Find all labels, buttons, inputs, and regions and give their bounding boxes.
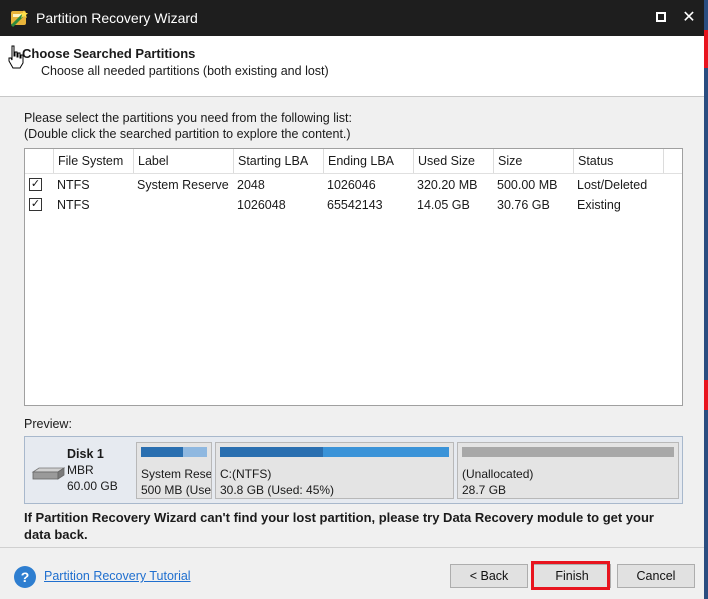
cell-label: System Reserved (137, 178, 229, 192)
partition-block-c-drive[interactable]: C:(NTFS) 30.8 GB (Used: 45%) (215, 442, 454, 499)
help-icon[interactable]: ? (14, 566, 36, 588)
partition-detail: 30.8 GB (Used: 45%) (220, 483, 335, 497)
usage-bar-fill (462, 447, 674, 457)
instruction-line-1: Please select the partitions you need fr… (24, 111, 352, 125)
usage-bar (141, 447, 207, 457)
cell-size: 500.00 MB (497, 178, 558, 192)
partition-name: (Unallocated) (462, 467, 534, 481)
column-header-check (25, 149, 53, 173)
preview-label: Preview: (24, 417, 72, 431)
cell-status: Existing (577, 198, 621, 212)
hard-disk-icon (31, 467, 65, 480)
footer-bar: ? Partition Recovery Tutorial < Back Fin… (0, 547, 704, 599)
page-subtitle: Choose all needed partitions (both exist… (41, 64, 329, 78)
column-header-used-size[interactable]: Used Size (413, 149, 493, 173)
usage-bar-fill (220, 447, 324, 457)
page-title: Choose Searched Partitions (22, 46, 196, 61)
close-button[interactable]: ✕ (677, 6, 701, 30)
partition-detail: 28.7 GB (462, 483, 507, 497)
cell-size: 30.76 GB (497, 198, 550, 212)
maximize-button[interactable] (650, 6, 674, 30)
maximize-icon (656, 12, 666, 22)
column-header-file-system[interactable]: File System (53, 149, 133, 173)
table-row[interactable]: ✓ NTFS System Reserved 2048 1026046 320.… (25, 175, 682, 195)
row-checkbox[interactable]: ✓ (29, 178, 42, 191)
usage-bar (462, 447, 674, 457)
partition-recovery-wizard-window: Partition Recovery Wizard ✕ Choose Searc… (0, 0, 704, 599)
usage-bar-fill (141, 447, 184, 457)
disk-map: Disk 1 MBR 60.00 GB System Reserved 500 … (24, 436, 683, 504)
column-header-size[interactable]: Size (493, 149, 573, 173)
partition-name: System Reserved (141, 467, 212, 481)
hand-cursor-icon (8, 45, 24, 69)
back-button[interactable]: < Back (450, 564, 528, 588)
row-checkbox[interactable]: ✓ (29, 198, 42, 211)
recovery-notice: If Partition Recovery Wizard can't find … (24, 510, 654, 542)
disk-type: MBR (67, 463, 94, 477)
partition-detail: 500 MB (Used: 64%) (141, 483, 212, 497)
table-header: File System Label Starting LBA Ending LB… (25, 149, 682, 174)
cell-ending-lba: 1026046 (327, 178, 376, 192)
disk-info[interactable]: Disk 1 MBR 60.00 GB (29, 442, 133, 498)
tutorial-link[interactable]: Partition Recovery Tutorial (44, 569, 191, 583)
column-header-status[interactable]: Status (573, 149, 663, 173)
cell-label (133, 195, 229, 215)
cell-file-system: NTFS (57, 198, 90, 212)
usage-bar (220, 447, 449, 457)
cell-status: Lost/Deleted (577, 178, 648, 192)
instruction-line-2: (Double click the searched partition to … (24, 127, 351, 141)
title-bar[interactable]: Partition Recovery Wizard ✕ (0, 0, 704, 36)
cell-file-system: NTFS (57, 178, 90, 192)
column-header-starting-lba[interactable]: Starting LBA (233, 149, 323, 173)
background-red-mark (704, 380, 708, 410)
cell-used-size: 320.20 MB (417, 178, 478, 192)
finish-highlight-box (531, 561, 610, 590)
cell-used-size: 14.05 GB (417, 198, 470, 212)
close-icon: ✕ (682, 9, 696, 26)
cancel-button[interactable]: Cancel (617, 564, 695, 588)
background-window-edge (704, 0, 708, 599)
partition-table[interactable]: File System Label Starting LBA Ending LB… (24, 148, 683, 406)
disk-name: Disk 1 (67, 447, 104, 461)
partition-block-system-reserved[interactable]: System Reserved 500 MB (Used: 64%) (136, 442, 212, 499)
column-header-ending-lba[interactable]: Ending LBA (323, 149, 413, 173)
cell-starting-lba: 2048 (237, 178, 265, 192)
content-area: Please select the partitions you need fr… (0, 97, 704, 547)
cell-ending-lba: 65542143 (327, 198, 383, 212)
partition-block-unallocated[interactable]: (Unallocated) 28.7 GB (457, 442, 679, 499)
window-title: Partition Recovery Wizard (36, 10, 198, 26)
wizard-wand-icon (10, 10, 28, 28)
column-header-label[interactable]: Label (133, 149, 233, 173)
cell-starting-lba: 1026048 (237, 198, 286, 212)
column-header-filler (663, 149, 682, 173)
disk-size: 60.00 GB (67, 479, 118, 493)
background-red-mark (704, 30, 708, 68)
partition-name: C:(NTFS) (220, 467, 272, 481)
table-row[interactable]: ✓ NTFS 1026048 65542143 14.05 GB 30.76 G… (25, 195, 682, 215)
wizard-header: Choose Searched Partitions Choose all ne… (0, 36, 704, 96)
